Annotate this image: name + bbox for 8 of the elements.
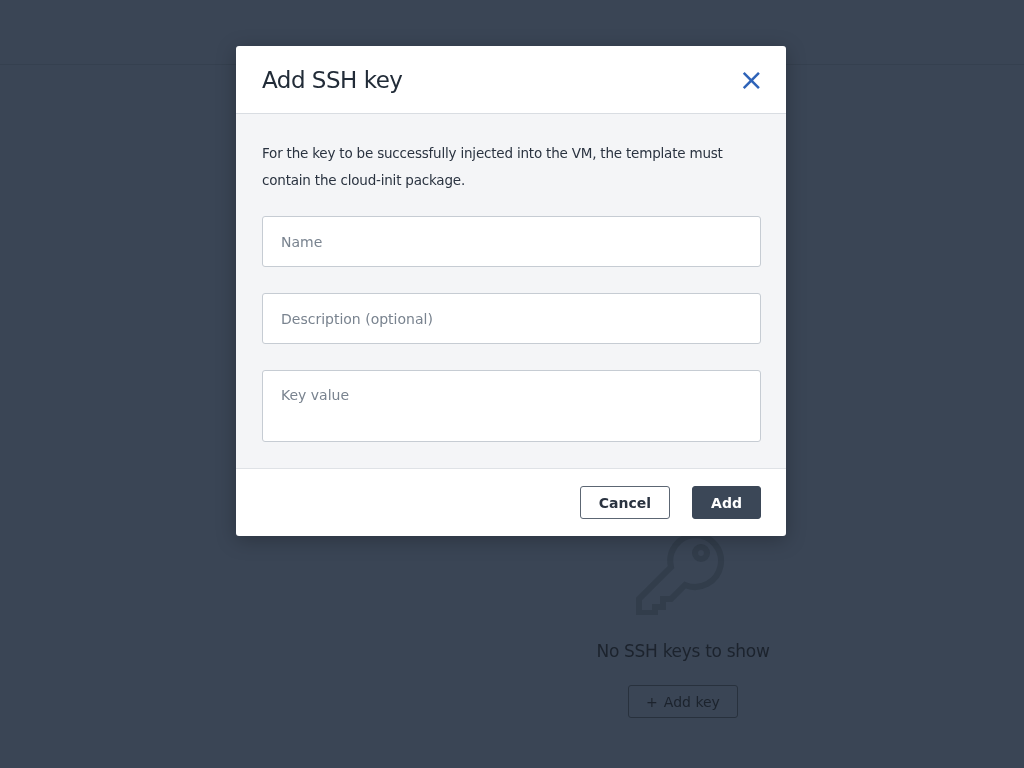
input-field[interactable]: Name xyxy=(262,216,761,267)
add-button[interactable]: Add xyxy=(692,486,761,519)
dialog-title: Add SSH key xyxy=(262,66,403,93)
close-button[interactable]: × xyxy=(738,64,764,95)
key-value-field[interactable]: Key value xyxy=(262,370,761,442)
input-field[interactable]: Description (optional) xyxy=(262,293,761,344)
cancel-button[interactable]: Cancel xyxy=(579,486,671,519)
info-text: For the key to be successfully injected into the VM, the template must contain the cloud-init package. xyxy=(262,144,724,190)
